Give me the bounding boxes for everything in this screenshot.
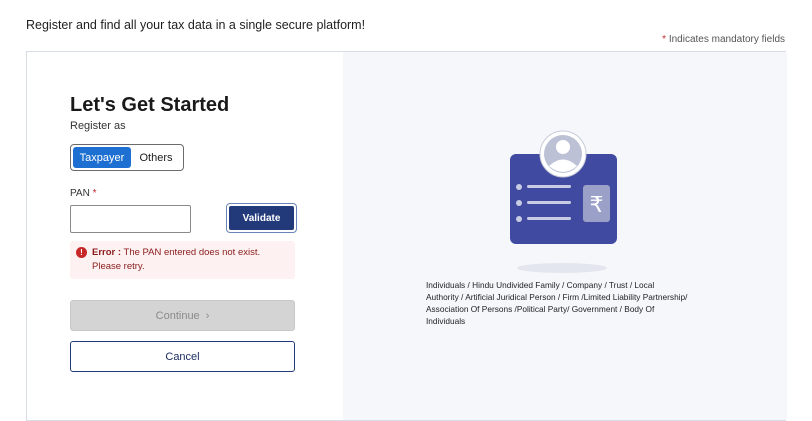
- continue-button-label: Continue: [155, 309, 200, 322]
- rupee-icon: ₹: [590, 193, 604, 218]
- tagline: Register and find all your tax data in a…: [26, 18, 366, 32]
- pan-label-text: PAN: [70, 188, 90, 199]
- continue-button[interactable]: Continue ›: [70, 300, 295, 331]
- illustration-panel: ₹ Individuals / Hindu Undivided Family /…: [343, 52, 787, 420]
- mandatory-star: *: [662, 34, 667, 45]
- list-line: [527, 185, 571, 188]
- list-bullet-icon: [516, 184, 522, 190]
- page-title: Let's Get Started: [70, 94, 230, 116]
- error-title: Error :: [92, 247, 122, 258]
- pan-required-star: *: [92, 188, 97, 199]
- list-bullet-icon: [516, 216, 522, 222]
- toggle-taxpayer[interactable]: Taxpayer: [73, 147, 131, 168]
- error-message: ! Error : The PAN entered does not exist…: [70, 241, 295, 279]
- mandatory-text: Indicates mandatory fields: [668, 34, 785, 45]
- pan-label: PAN *: [70, 188, 97, 199]
- card-shadow: [517, 263, 607, 273]
- chevron-right-icon: ›: [205, 309, 210, 322]
- register-as-label: Register as: [70, 120, 126, 132]
- validate-button[interactable]: Validate: [226, 203, 297, 233]
- mandatory-fields-note: * Indicates mandatory fields: [662, 34, 785, 45]
- error-icon: !: [76, 247, 87, 258]
- id-card-rupee-illustration: ₹: [510, 130, 617, 273]
- registration-form: Let's Get Started Register as Taxpayer O…: [27, 52, 343, 420]
- eligible-entities-text: Individuals / Hindu Undivided Family / C…: [426, 280, 688, 326]
- pan-input[interactable]: [70, 205, 191, 233]
- toggle-others[interactable]: Others: [131, 147, 181, 168]
- avatar-head: [556, 140, 570, 154]
- list-bullet-icon: [516, 200, 522, 206]
- list-line: [527, 217, 571, 220]
- registration-card: Let's Get Started Register as Taxpayer O…: [26, 51, 787, 421]
- cancel-button[interactable]: Cancel: [70, 341, 295, 372]
- list-line: [527, 201, 571, 204]
- validate-button-label: Validate: [229, 206, 294, 230]
- register-as-toggle: Taxpayer Others: [70, 144, 184, 171]
